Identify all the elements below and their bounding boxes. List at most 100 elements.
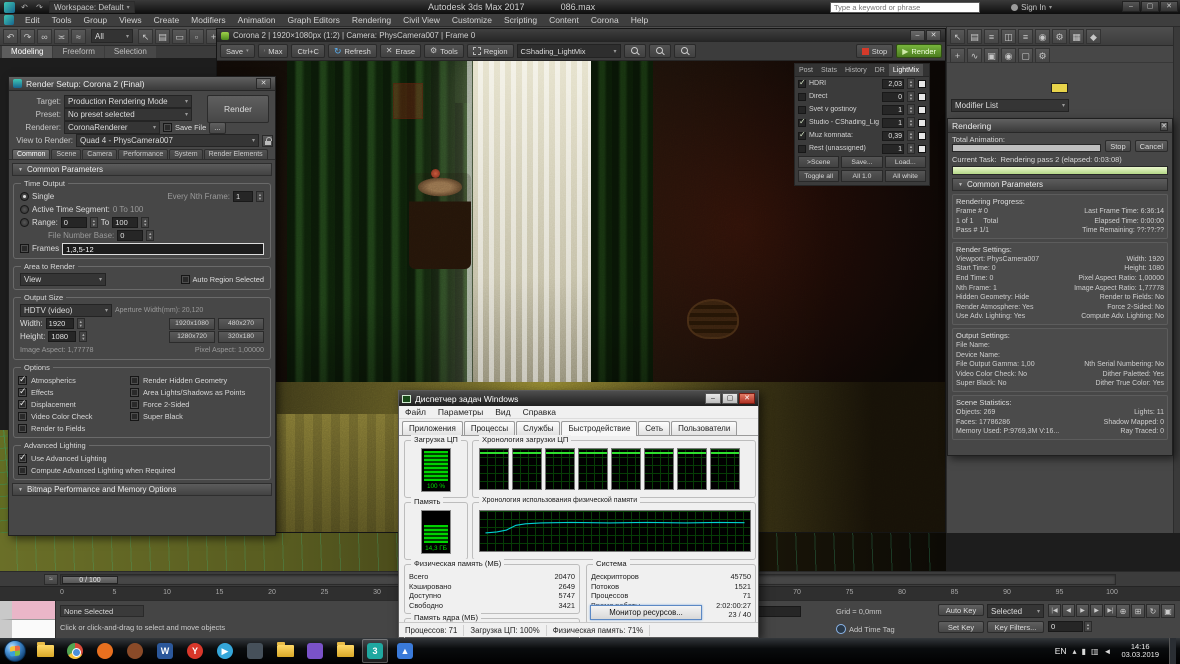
select-icon[interactable]: ↖ [950,29,965,44]
cancel-button[interactable]: Cancel [1134,140,1168,152]
lightmix-intensity-field[interactable]: 0 [882,91,904,102]
vfb-close-button[interactable]: ✕ [926,30,941,41]
start-button[interactable] [4,640,26,662]
orbit-button[interactable]: ↻ [1146,604,1160,618]
folder-explorer-icon[interactable] [32,639,58,663]
height-field[interactable]: 1080 [48,331,77,342]
taskmgr-tab-пользователи[interactable]: Пользователи [671,421,738,435]
z-field[interactable] [752,606,801,617]
utilities-tab-icon[interactable]: ⚙ [1035,48,1050,63]
view-to-render-dropdown[interactable]: Quad 4 - PhysCamera007 [76,134,259,147]
spinner[interactable] [146,230,155,241]
battery-icon[interactable]: ▮ [1082,647,1086,656]
lightmix-button-all[interactable]: All 1.0 [841,170,883,182]
spinner[interactable] [907,130,915,141]
spinner[interactable] [907,78,915,89]
browser-brown-icon[interactable] [122,639,148,663]
checkbox[interactable] [18,423,27,433]
color-swatch[interactable] [918,79,926,88]
vfb-titlebar[interactable]: Corona 2 | 1920×1080px (1:2) | Camera: P… [217,29,945,42]
hidden-icons-icon[interactable]: ▴ [1073,647,1077,656]
width-field[interactable]: 1920 [45,318,74,329]
display-tab-icon[interactable]: ▢ [1018,48,1033,63]
zoom-all-button[interactable]: ⊞ [1131,604,1145,618]
renderer-dropdown[interactable]: CoronaRenderer [64,121,160,134]
app-dark-icon[interactable] [242,639,268,663]
vfb-tab-post[interactable]: Post [795,64,817,76]
3ds-max-icon[interactable]: 3 [362,639,388,663]
rendering-close-button[interactable]: ✕ [1160,121,1168,131]
lock-icon[interactable] [262,134,273,147]
telegram-icon[interactable]: ▶ [212,639,238,663]
checkbox[interactable] [18,411,27,421]
align-icon[interactable]: ≡ [1018,29,1033,44]
time-slider-handle[interactable]: 0 / 100 [62,576,118,584]
common-parameters-rollout[interactable]: Common Parameters [12,163,272,176]
taskmgr-tab-службы[interactable]: Службы [516,421,561,435]
workspace-dropdown[interactable]: Workspace: Default [49,1,135,13]
frame-number-field[interactable]: 0 [1048,621,1083,632]
max-logo-icon[interactable] [4,1,15,13]
lightmix-button-scene[interactable]: >Scene [798,156,840,168]
ribbon-tab-freeform[interactable]: Freeform [53,46,104,58]
key-filters-button[interactable]: Key Filters... [987,621,1044,633]
save-file-browse-button[interactable]: ... [209,121,226,134]
taskmgr-menu-справка[interactable]: Справка [523,407,556,417]
show-desktop-button[interactable] [1169,638,1176,664]
modify-tab-icon[interactable]: ∿ [967,48,982,63]
material-editor-icon[interactable]: ◉ [1035,29,1050,44]
checkbox[interactable] [18,386,27,397]
color-swatch[interactable] [918,131,926,140]
object-color-swatch[interactable] [1051,83,1068,93]
network-icon[interactable]: ▥ [1091,647,1099,656]
language-indicator[interactable]: EN [1055,646,1067,656]
render-setup-tab-common[interactable]: Common [12,149,51,159]
vfb-copy-button[interactable]: Ctrl+C [291,44,325,58]
area-dropdown[interactable]: View [20,273,106,286]
play-button[interactable]: ▶ [1076,604,1089,617]
save-file-checkbox[interactable] [163,123,172,132]
signin-button[interactable]: Sign In [1011,0,1052,14]
lightmix-checkbox[interactable] [798,144,806,153]
menu-scripting[interactable]: Scripting [498,14,543,27]
menu-corona[interactable]: Corona [585,14,625,27]
menu-help[interactable]: Help [625,14,654,27]
add-time-tag[interactable]: Add Time Tag [836,624,895,634]
volume-icon[interactable]: ◄ [1104,647,1112,656]
teapot-icon[interactable]: ◆ [1086,29,1101,44]
target-dropdown[interactable]: Production Rendering Mode [64,95,192,108]
rendering-common-parameters-rollout[interactable]: Common Parameters [952,178,1168,191]
zoom-button[interactable]: ⊕ [1116,604,1130,618]
key-selection-dropdown[interactable]: Selected [987,604,1044,618]
render-setup-tab-performance[interactable]: Performance [118,149,169,159]
vfb-tools-button[interactable]: ⚙ Tools [424,44,464,58]
menu-tools[interactable]: Tools [46,14,78,27]
app-purple-icon[interactable] [302,639,328,663]
spinner[interactable] [76,318,85,329]
frames-checkbox[interactable] [20,244,29,253]
range-from-field[interactable]: 0 [60,217,87,228]
select-by-name-icon[interactable]: ▤ [967,29,982,44]
color-swatch[interactable] [918,105,926,114]
selection-filter-dropdown[interactable]: All [91,29,133,43]
maxscript-mini-listener[interactable] [0,601,56,639]
vfb-refresh-button[interactable]: ↻ Refresh [327,44,377,58]
auto-key-button[interactable]: Auto Key [938,604,984,616]
menu-edit[interactable]: Edit [19,14,46,27]
minimize-button[interactable]: – [1122,1,1140,12]
menu-modifiers[interactable]: Modifiers [185,14,231,27]
res-480x270-button[interactable]: 480x270 [218,317,264,330]
layers-icon[interactable]: ≡ [984,29,999,44]
vfb-tab-dr[interactable]: DR [871,64,889,76]
render-setup-tab-scene[interactable]: Scene [51,149,82,159]
taskmgr-tab-сеть[interactable]: Сеть [638,421,671,435]
lightmix-checkbox[interactable] [798,130,806,140]
yandex-icon[interactable]: Y [182,639,208,663]
taskmgr-titlebar[interactable]: Диспетчер задач Windows – ▢ ✕ [399,391,758,406]
checkbox[interactable] [18,465,27,475]
taskmgr-close-button[interactable]: ✕ [739,393,755,404]
checkbox[interactable] [130,399,139,409]
render-setup-tab-camera[interactable]: Camera [82,149,118,159]
taskmgr-tab-процессы[interactable]: Процессы [463,421,516,435]
taskbar-clock[interactable]: 14:16 03.03.2019 [1117,642,1163,660]
